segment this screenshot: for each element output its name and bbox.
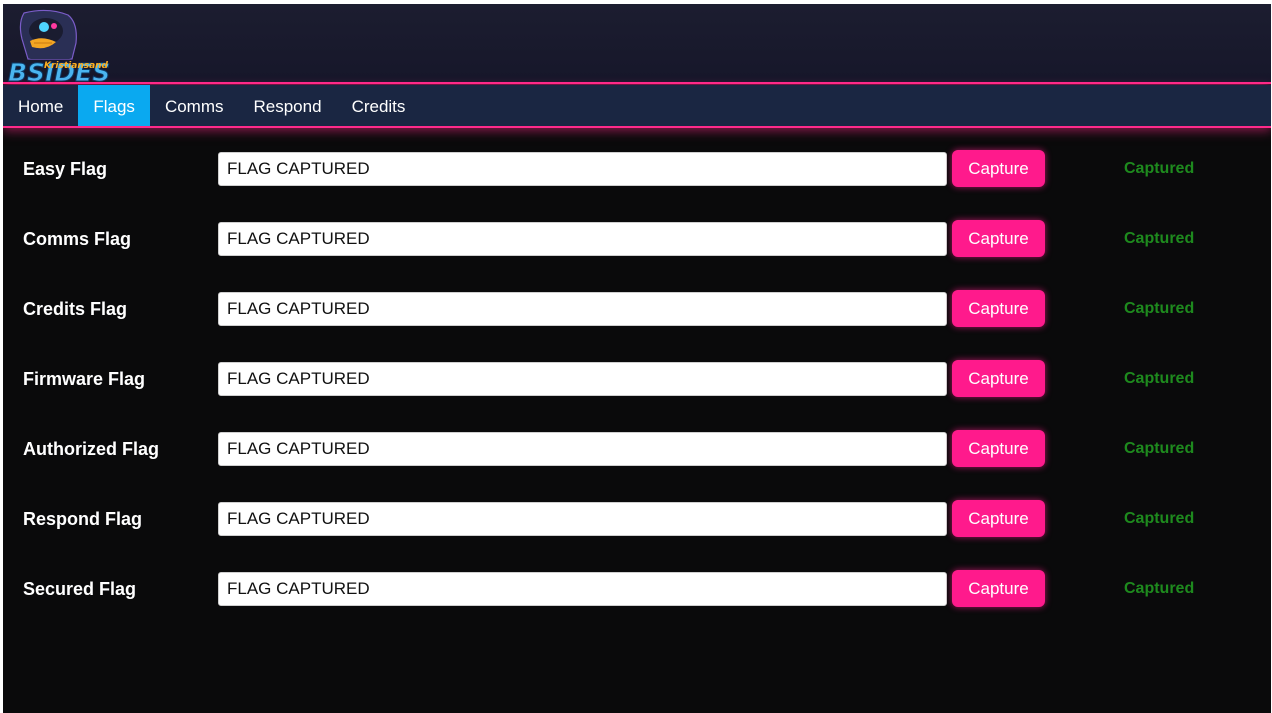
flag-input-easy[interactable] <box>218 152 947 186</box>
flag-row-credits: Credits Flag Capture Captured <box>3 289 1271 359</box>
status-text: Captured <box>1124 160 1195 177</box>
status-text: Captured <box>1124 230 1195 247</box>
flag-input-comms[interactable] <box>218 222 947 256</box>
flag-input-credits[interactable] <box>218 292 947 326</box>
nav-item-comms[interactable]: Comms <box>150 85 239 126</box>
flag-label: Secured Flag <box>23 579 137 599</box>
status-text: Captured <box>1124 300 1195 317</box>
flag-input-authorized[interactable] <box>218 432 947 466</box>
flag-row-respond: Respond Flag Capture Captured <box>3 499 1271 569</box>
status-text: Captured <box>1124 370 1195 387</box>
flag-input-respond[interactable] <box>218 502 947 536</box>
nav-item-respond[interactable]: Respond <box>239 85 337 126</box>
status-text: Captured <box>1124 510 1195 527</box>
bsides-logo[interactable]: BSIDES Kristiansand <box>6 9 110 83</box>
app-root: BSIDES Kristiansand Home Flags Comms Res… <box>3 4 1271 713</box>
flag-label: Credits Flag <box>23 299 128 319</box>
capture-button-comms[interactable]: Capture <box>952 220 1045 257</box>
flag-row-authorized: Authorized Flag Capture Captured <box>3 429 1271 499</box>
flag-label: Firmware Flag <box>23 369 146 389</box>
flag-input-firmware[interactable] <box>218 362 947 396</box>
status-text: Captured <box>1124 580 1195 597</box>
capture-button-easy[interactable]: Capture <box>952 150 1045 187</box>
flag-row-comms: Comms Flag Capture Captured <box>3 219 1271 289</box>
flag-row-firmware: Firmware Flag Capture Captured <box>3 359 1271 429</box>
flag-label: Respond Flag <box>23 509 143 529</box>
flag-label: Authorized Flag <box>23 439 159 459</box>
capture-button-firmware[interactable]: Capture <box>952 360 1045 397</box>
capture-button-authorized[interactable]: Capture <box>952 430 1045 467</box>
capture-button-respond[interactable]: Capture <box>952 500 1045 537</box>
flag-label: Easy Flag <box>23 159 108 179</box>
flag-row-secured: Secured Flag Capture Captured <box>3 569 1271 639</box>
flag-input-secured[interactable] <box>218 572 947 606</box>
logo-subtitle-text: Kristiansand <box>44 61 109 71</box>
nav-item-home[interactable]: Home <box>3 85 78 126</box>
flag-label: Comms Flag <box>23 229 132 249</box>
main-nav: Home Flags Comms Respond Credits <box>3 85 1271 128</box>
capture-button-credits[interactable]: Capture <box>952 290 1045 327</box>
nav-item-credits[interactable]: Credits <box>337 85 421 126</box>
flag-list: Easy Flag Capture Captured Comms Flag Ca… <box>3 149 1271 639</box>
site-header: BSIDES Kristiansand <box>3 4 1271 84</box>
capture-button-secured[interactable]: Capture <box>952 570 1045 607</box>
flag-row-easy: Easy Flag Capture Captured <box>3 149 1271 219</box>
status-text: Captured <box>1124 440 1195 457</box>
nav-item-flags[interactable]: Flags <box>78 85 150 126</box>
